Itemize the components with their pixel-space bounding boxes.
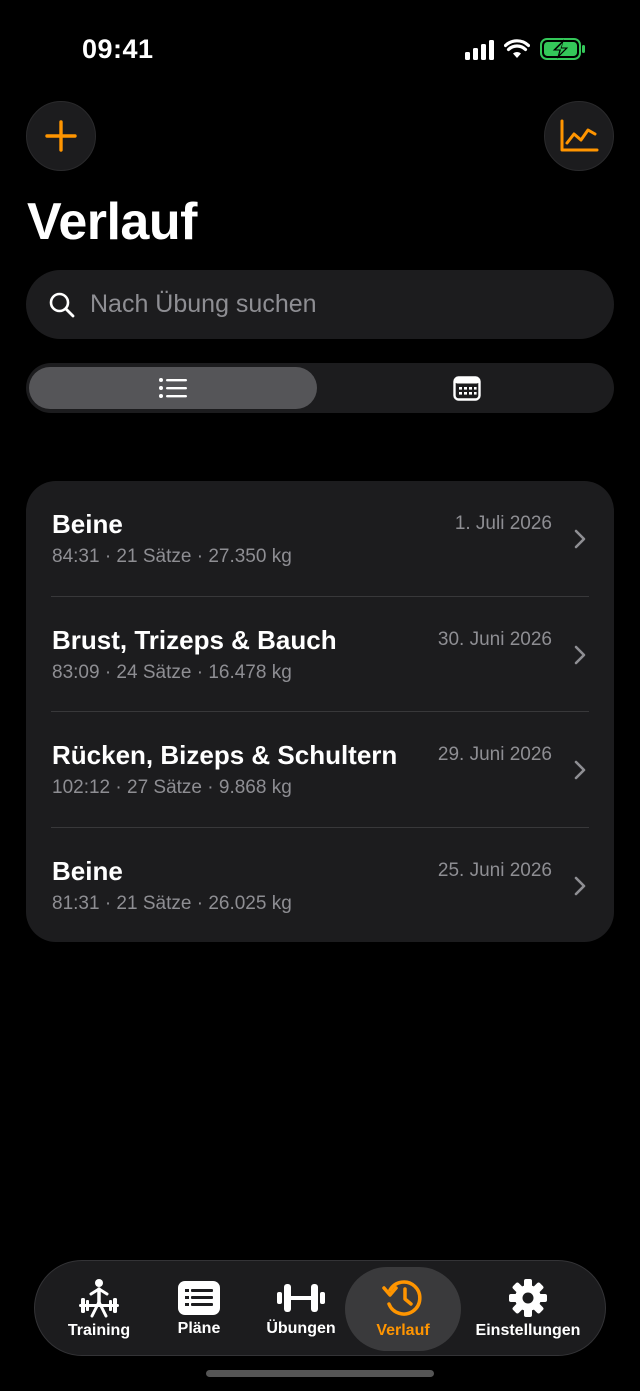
chevron-right-icon: [574, 645, 586, 664]
status-time: 09:41: [82, 34, 154, 64]
chevron-right-icon: [574, 529, 586, 549]
chevron-right-icon: [574, 760, 586, 780]
workout-row[interactable]: Rücken, Bizeps & Schultern 102:12 · 27 S…: [51, 712, 589, 828]
tab-label: Training: [67, 1322, 131, 1339]
workout-date: 25. Juni 2026: [437, 859, 552, 881]
workout-title: Beine: [52, 509, 123, 539]
search-input[interactable]: [90, 290, 570, 319]
tab-label: Verlauf: [376, 1322, 430, 1339]
tab-settings[interactable]: Einstellungen: [465, 1261, 591, 1357]
line-chart-icon: [560, 119, 599, 152]
weightlifter-icon: [79, 1279, 119, 1318]
workout-summary: 81:31 · 21 Sätze · 26.025 kg: [52, 892, 292, 914]
tab-exercises[interactable]: Übungen: [257, 1261, 345, 1357]
workout-summary: 84:31 · 21 Sätze · 27.350 kg: [52, 546, 292, 567]
calendar-view-segment[interactable]: [323, 367, 611, 409]
home-indicator: [206, 1370, 434, 1377]
list-icon: [159, 378, 187, 398]
tab-plans[interactable]: Pläne: [159, 1261, 239, 1357]
history-clock-icon: [382, 1280, 422, 1316]
workout-date: 1. Juli 2026: [454, 513, 552, 534]
cellular-signal-icon: [465, 38, 494, 60]
view-mode-segmented-control: [26, 363, 614, 413]
workout-date: 30. Juni 2026: [437, 628, 552, 650]
gear-icon: [509, 1279, 547, 1317]
workout-row[interactable]: Brust, Trizeps & Bauch 83:09 · 24 Sätze …: [51, 597, 589, 712]
statistics-button[interactable]: [544, 101, 614, 171]
search-icon: [49, 292, 75, 317]
chevron-right-icon: [574, 876, 586, 895]
search-bar[interactable]: [26, 270, 614, 339]
dumbbell-icon: [277, 1284, 325, 1312]
workout-title: Beine: [52, 855, 123, 886]
plan-list-icon: [178, 1281, 220, 1315]
workout-title: Rücken, Bizeps & Schultern: [52, 740, 398, 770]
list-view-segment[interactable]: [29, 367, 317, 409]
workout-date: 29. Juni 2026: [437, 744, 552, 765]
tab-training[interactable]: Training: [51, 1261, 147, 1357]
tab-label: Pläne: [177, 1320, 221, 1337]
status-icons: [465, 38, 586, 60]
workout-summary: 102:12 · 27 Sätze · 9.868 kg: [52, 777, 292, 798]
tab-label: Übungen: [266, 1320, 336, 1337]
workout-row[interactable]: Beine 84:31 · 21 Sätze · 27.350 kg 1. Ju…: [51, 481, 589, 597]
add-workout-button[interactable]: [26, 101, 96, 171]
workout-history-list: Beine 84:31 · 21 Sätze · 27.350 kg 1. Ju…: [26, 481, 614, 942]
workout-summary: 83:09 · 24 Sätze · 16.478 kg: [52, 661, 292, 683]
workout-row[interactable]: Beine 81:31 · 21 Sätze · 26.025 kg 25. J…: [51, 828, 589, 943]
screen: 09:41 Verlauf Nach Übung suchen Beine 84…: [0, 0, 640, 1391]
calendar-icon: [453, 376, 481, 401]
wifi-icon: [504, 39, 530, 58]
page-title: Verlauf: [27, 193, 197, 251]
workout-title: Brust, Trizeps & Bauch: [52, 624, 337, 655]
tab-history[interactable]: Verlauf: [345, 1267, 461, 1351]
tab-bar: Training Pläne Übungen Verlauf Einstellu…: [34, 1260, 606, 1356]
battery-charging-icon: [540, 38, 585, 60]
tab-label: Einstellungen: [475, 1322, 581, 1339]
plus-icon: [45, 120, 77, 152]
